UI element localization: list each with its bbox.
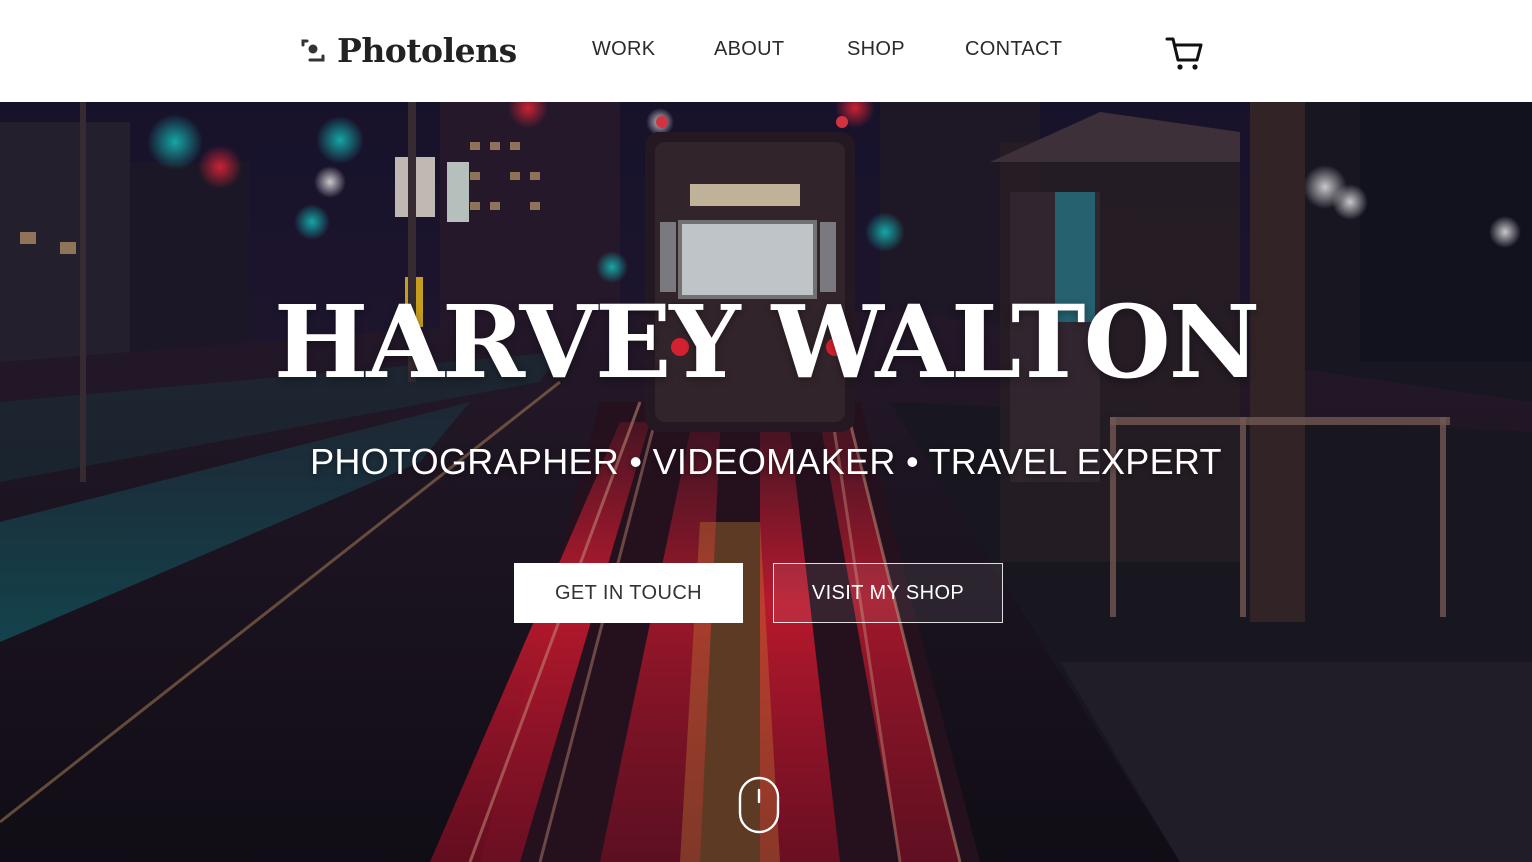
brand-logo-link[interactable]: Photolens — [301, 30, 517, 70]
hero-title: HARVEY WALTON — [273, 283, 1260, 401]
nav-item-work[interactable]: WORK — [592, 38, 655, 61]
nav-item-contact[interactable]: CONTACT — [965, 38, 1062, 61]
hero-subtitle: PHOTOGRAPHER • VIDEOMAKER • TRAVEL EXPER… — [310, 441, 1222, 482]
mouse-scroll-icon[interactable] — [738, 776, 780, 834]
nav-item-about[interactable]: ABOUT — [714, 38, 784, 61]
shopping-cart-icon[interactable] — [1164, 33, 1204, 73]
hero-section: HARVEY WALTON PHOTOGRAPHER • VIDEOMAKER … — [0, 102, 1532, 862]
brand-name: Photolens — [337, 30, 517, 70]
nav-item-shop[interactable]: SHOP — [847, 38, 905, 61]
site-header: Photolens WORK ABOUT SHOP CONTACT — [0, 0, 1532, 102]
get-in-touch-button[interactable]: GET IN TOUCH — [514, 563, 743, 623]
aperture-dots-icon — [301, 39, 325, 62]
visit-my-shop-button[interactable]: VISIT MY SHOP — [773, 563, 1003, 623]
